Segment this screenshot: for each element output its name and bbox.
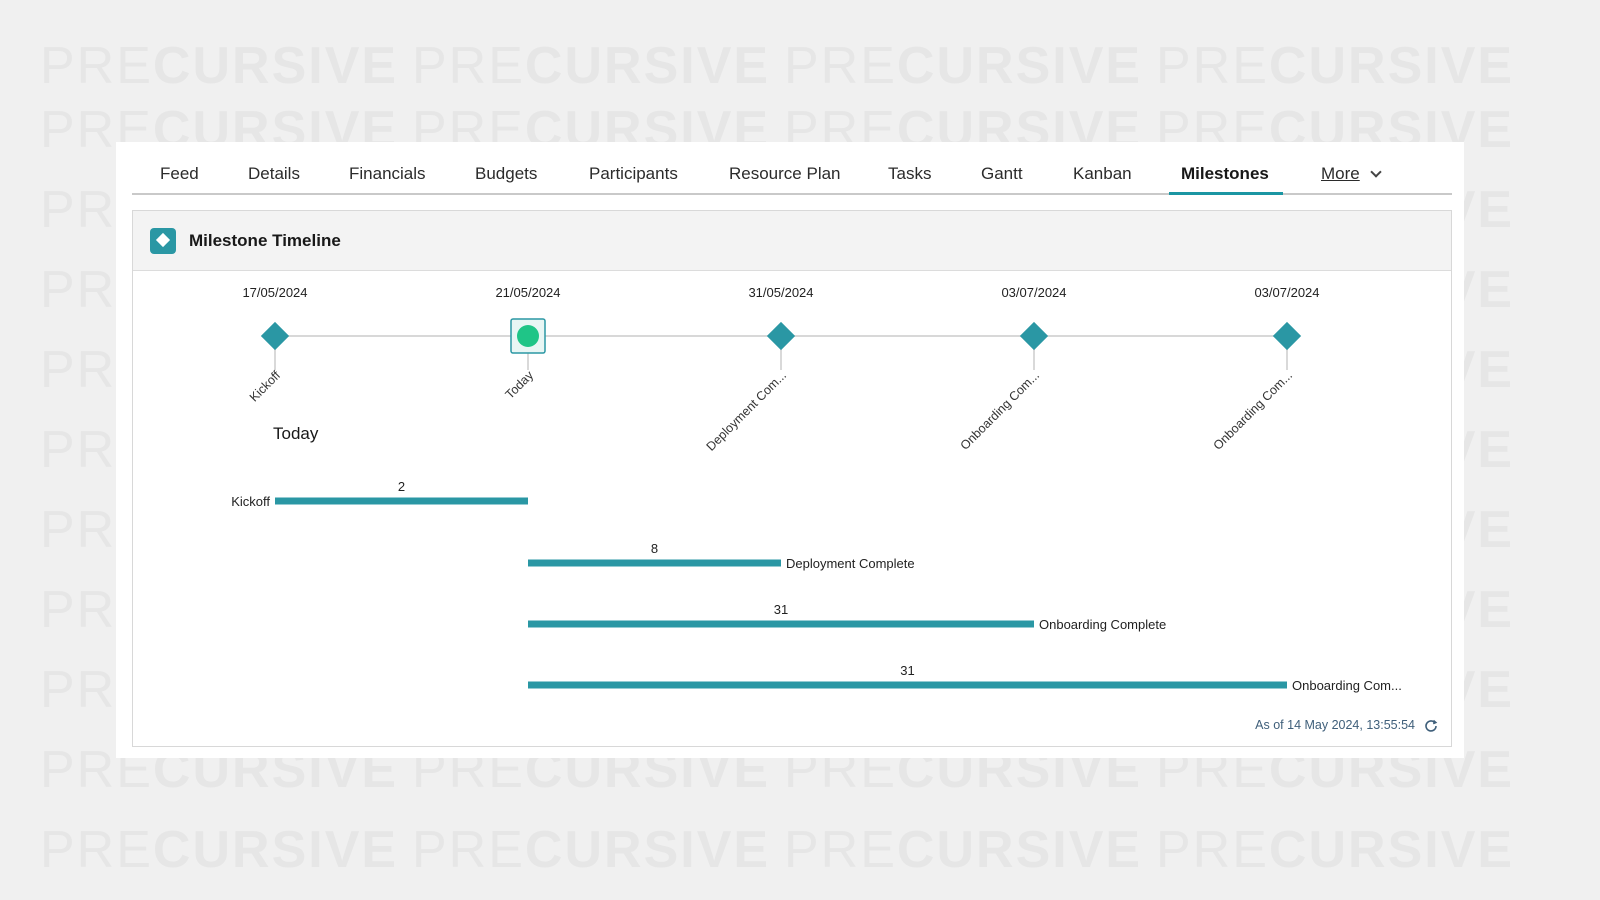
milestone-label: Deployment Com... [704, 368, 790, 454]
duration-bar [528, 559, 781, 567]
duration-bar-label: Deployment Complete [786, 556, 915, 571]
duration-value: 31 [774, 602, 788, 617]
milestone-date: 03/07/2024 [1254, 285, 1319, 300]
watermark-text: PRECURSIVE [412, 37, 771, 95]
milestone-date: 03/07/2024 [1001, 285, 1066, 300]
tab-label: Budgets [475, 164, 538, 183]
tab-label: Tasks [888, 164, 932, 183]
duration-bar [528, 681, 1287, 689]
milestone-label: Onboarding Com... [1211, 368, 1296, 453]
milestone-date: 21/05/2024 [495, 285, 560, 300]
tab-label: Resource Plan [729, 164, 841, 183]
watermark-row: PRECURSIVEPRECURSIVEPRECURSIVEPRECURSIVE [40, 36, 1528, 96]
tab-financials[interactable]: Financials [349, 164, 426, 184]
milestone-label: Kickoff [247, 368, 284, 405]
as-of-timestamp: As of 14 May 2024, 13:55:54 [1255, 718, 1415, 732]
watermark-text: PRECURSIVE [1156, 821, 1515, 879]
watermark-text: PRECURSIVE [40, 821, 399, 879]
milestone-marker [1019, 321, 1049, 351]
duration-value: 2 [398, 479, 405, 494]
duration-bar [528, 620, 1034, 628]
milestone-timeline-panel: Milestone Timeline 17/05/2024 Kickoff 21/0… [132, 210, 1452, 747]
milestone-marker [260, 321, 290, 351]
tab-resource-plan[interactable]: Resource Plan [729, 164, 841, 184]
record-card: Feed Details Financials Budgets Participants… [116, 142, 1464, 758]
watermark-text: PRECURSIVE [1156, 37, 1515, 95]
tab-feed[interactable]: Feed [160, 164, 199, 184]
tab-label: Gantt [981, 164, 1023, 183]
tab-label: Participants [589, 164, 678, 183]
milestone-date: 31/05/2024 [748, 285, 813, 300]
tab-budgets[interactable]: Budgets [475, 164, 537, 184]
watermark-text: PRECURSIVE [784, 37, 1143, 95]
duration-value: 8 [651, 541, 658, 556]
tab-gantt[interactable]: Gantt [981, 164, 1023, 184]
tab-label: Kanban [1073, 164, 1132, 183]
today-marker [517, 325, 539, 347]
milestone-timeline-chart: 17/05/2024 Kickoff 21/05/2024 Today 31/05/20… [231, 285, 1402, 693]
tab-details[interactable]: Details [248, 164, 300, 184]
milestone-marker [1272, 321, 1302, 351]
milestone-label: Onboarding Com... [958, 368, 1043, 453]
duration-bar-label: Kickoff [231, 494, 270, 509]
duration-bar-label: Onboarding Com... [1292, 678, 1402, 693]
watermark-row: PRECURSIVEPRECURSIVEPRECURSIVEPRECURSIVE [40, 820, 1528, 880]
tab-label: More [1321, 164, 1360, 183]
tab-more[interactable]: More [1321, 164, 1382, 184]
tab-tasks[interactable]: Tasks [888, 164, 931, 184]
watermark-text: PRECURSIVE [784, 821, 1143, 879]
duration-value: 31 [900, 663, 914, 678]
tab-bar: Feed Details Financials Budgets Participants… [132, 142, 1452, 195]
refresh-icon[interactable] [1423, 718, 1439, 734]
tab-kanban[interactable]: Kanban [1073, 164, 1132, 184]
watermark-text: PRECURSIVE [412, 821, 771, 879]
duration-bar [275, 497, 528, 505]
tab-participants[interactable]: Participants [589, 164, 678, 184]
chevron-down-icon [1370, 166, 1382, 178]
tab-label: Financials [349, 164, 426, 183]
tab-label: Milestones [1181, 164, 1269, 183]
tab-label: Feed [160, 164, 199, 183]
duration-bar-label: Onboarding Complete [1039, 617, 1166, 632]
milestone-marker [766, 321, 796, 351]
milestone-label: Today [503, 368, 537, 402]
tab-milestones[interactable]: Milestones [1181, 164, 1269, 184]
watermark-text: PRECURSIVE [40, 37, 399, 95]
milestone-date: 17/05/2024 [242, 285, 307, 300]
active-tab-indicator [1169, 192, 1283, 195]
today-heading: Today [273, 424, 319, 443]
tab-label: Details [248, 164, 300, 183]
